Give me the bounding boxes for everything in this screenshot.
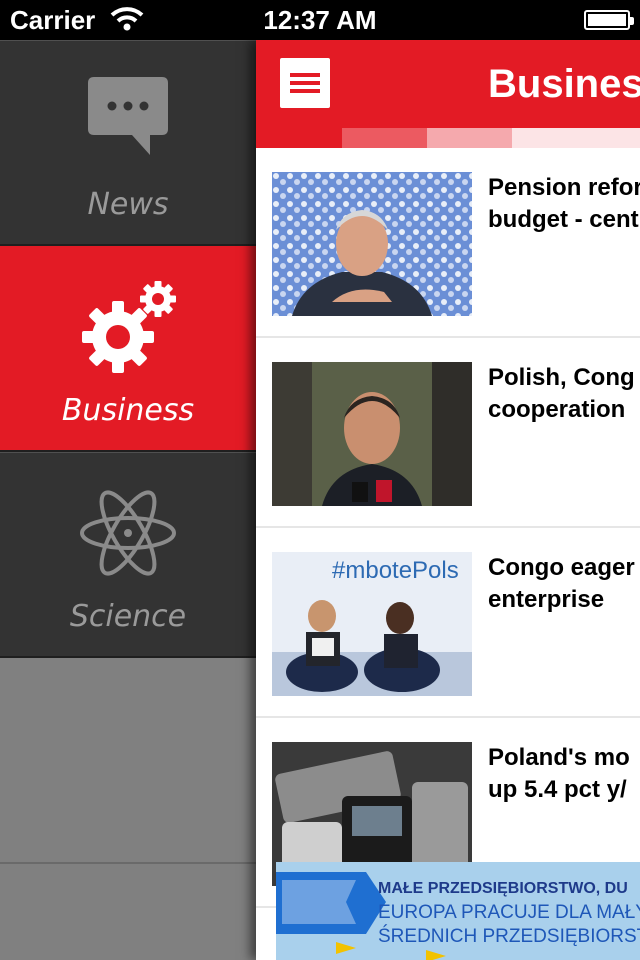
- page-title: Business: [488, 62, 640, 106]
- tab-indicator: [512, 128, 640, 148]
- atom-icon: [80, 490, 176, 576]
- menu-divider: [0, 862, 256, 864]
- ad-banner[interactable]: MAŁE PRZEDSIĘBIORSTWO, DU EUROPA PRACUJE…: [276, 862, 640, 960]
- article-headline: Polish, Cong cooperation: [488, 364, 635, 423]
- list-item[interactable]: Pension reform budget - cent: [256, 148, 640, 338]
- sidebar-item-label: Science: [69, 599, 187, 634]
- navbar: Business: [256, 40, 640, 128]
- battery-icon: [584, 10, 634, 30]
- sidebar-item-news[interactable]: News: [0, 40, 256, 246]
- sidebar-item-science[interactable]: Science: [0, 452, 256, 658]
- category-tab-strip[interactable]: [256, 128, 640, 148]
- hamburger-icon[interactable]: [280, 58, 330, 108]
- sidebar-item-label: News: [87, 187, 169, 222]
- banner-text-line: EUROPA PRACUJE DLA MAŁYCH: [378, 902, 640, 923]
- speech-bubble-icon: [88, 77, 168, 155]
- status-bar: Carrier 12:37 AM: [0, 0, 640, 40]
- list-item[interactable]: #mbotePols Congo eager enterprise: [256, 528, 640, 718]
- gears-icon: [82, 281, 176, 373]
- sidebar-item-business[interactable]: Business: [0, 246, 256, 452]
- article-headline: Poland's mo up 5.4 pct y/: [488, 744, 630, 803]
- article-thumbnail: #mbotePols: [272, 552, 472, 696]
- list-item[interactable]: Polish, Cong cooperation: [256, 338, 640, 528]
- thumbnail-caption: #mbotePols: [332, 557, 459, 584]
- tab-indicator: [427, 128, 512, 148]
- tab-indicator: [256, 128, 342, 148]
- banner-text-line: ŚREDNICH PRZEDSIĘBIORST: [378, 926, 640, 947]
- tab-indicator: [342, 128, 427, 148]
- article-headline: Congo eager enterprise: [488, 554, 635, 613]
- article-thumbnail: [272, 172, 472, 316]
- article-thumbnail: [272, 362, 472, 506]
- status-time: 12:37 AM: [263, 5, 377, 35]
- side-menu: News Business Science: [0, 40, 256, 960]
- banner-text-line: MAŁE PRZEDSIĘBIORSTWO, DU: [378, 880, 628, 897]
- main-panel: Business Pe: [256, 40, 640, 960]
- sidebar-item-label: Business: [61, 393, 195, 428]
- article-headline: Pension reform budget - cent: [488, 174, 640, 233]
